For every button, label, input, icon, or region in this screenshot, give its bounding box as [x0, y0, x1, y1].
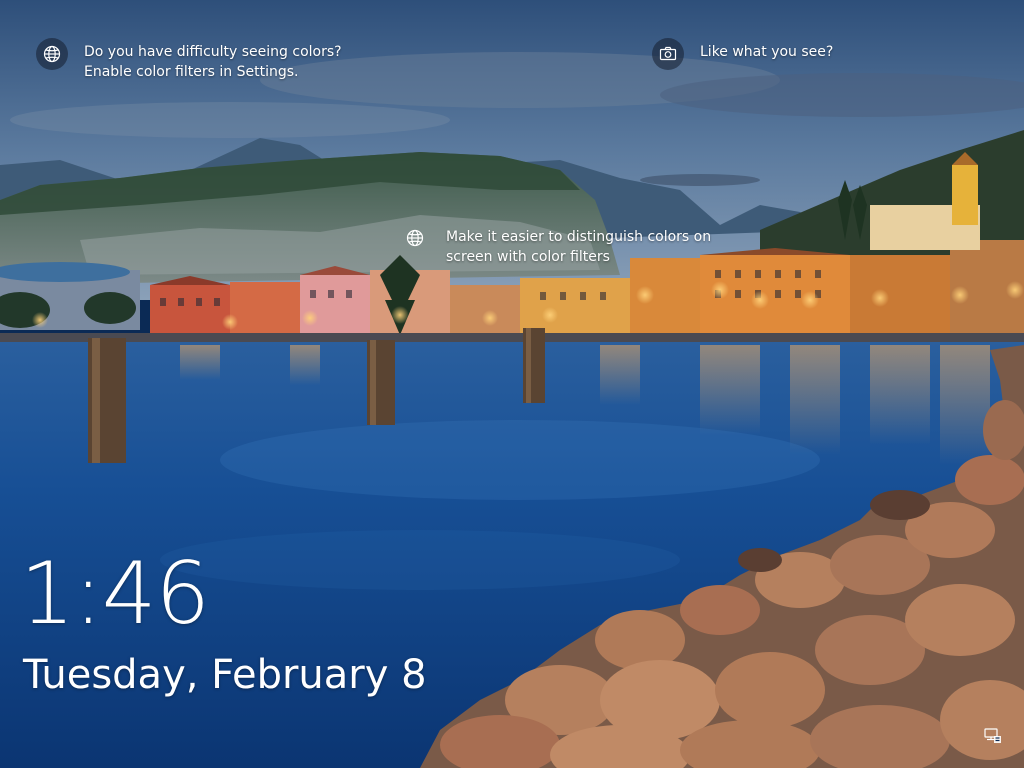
tip-text[interactable]: Like what you see?	[700, 42, 833, 62]
camera-icon[interactable]	[652, 38, 684, 70]
tip-line: Like what you see?	[700, 44, 834, 60]
tip-line: Do you have difficulty seeing colors?	[84, 44, 342, 60]
globe-icon[interactable]	[404, 227, 426, 249]
tip-text[interactable]: Make it easier to distinguish colors on …	[446, 227, 711, 267]
tip-color-filters-settings[interactable]: Do you have difficulty seeing colors? En…	[36, 38, 342, 82]
network-icon[interactable]	[984, 728, 1002, 744]
tip-line: screen with color filters	[446, 249, 610, 265]
tip-text[interactable]: Do you have difficulty seeing colors? En…	[84, 42, 342, 82]
tip-line: Enable color filters in Settings.	[84, 64, 299, 80]
globe-icon[interactable]	[36, 38, 68, 70]
lock-screen-date: Tuesday, February 8	[23, 652, 427, 698]
tip-like-what-you-see[interactable]: Like what you see?	[652, 38, 833, 70]
tip-line: Make it easier to distinguish colors on	[446, 229, 712, 245]
tip-distinguish-colors[interactable]: Make it easier to distinguish colors on …	[404, 227, 711, 267]
lock-screen-time: 1:46	[20, 544, 210, 644]
lock-screen[interactable]: Do you have difficulty seeing colors? En…	[0, 0, 1024, 768]
